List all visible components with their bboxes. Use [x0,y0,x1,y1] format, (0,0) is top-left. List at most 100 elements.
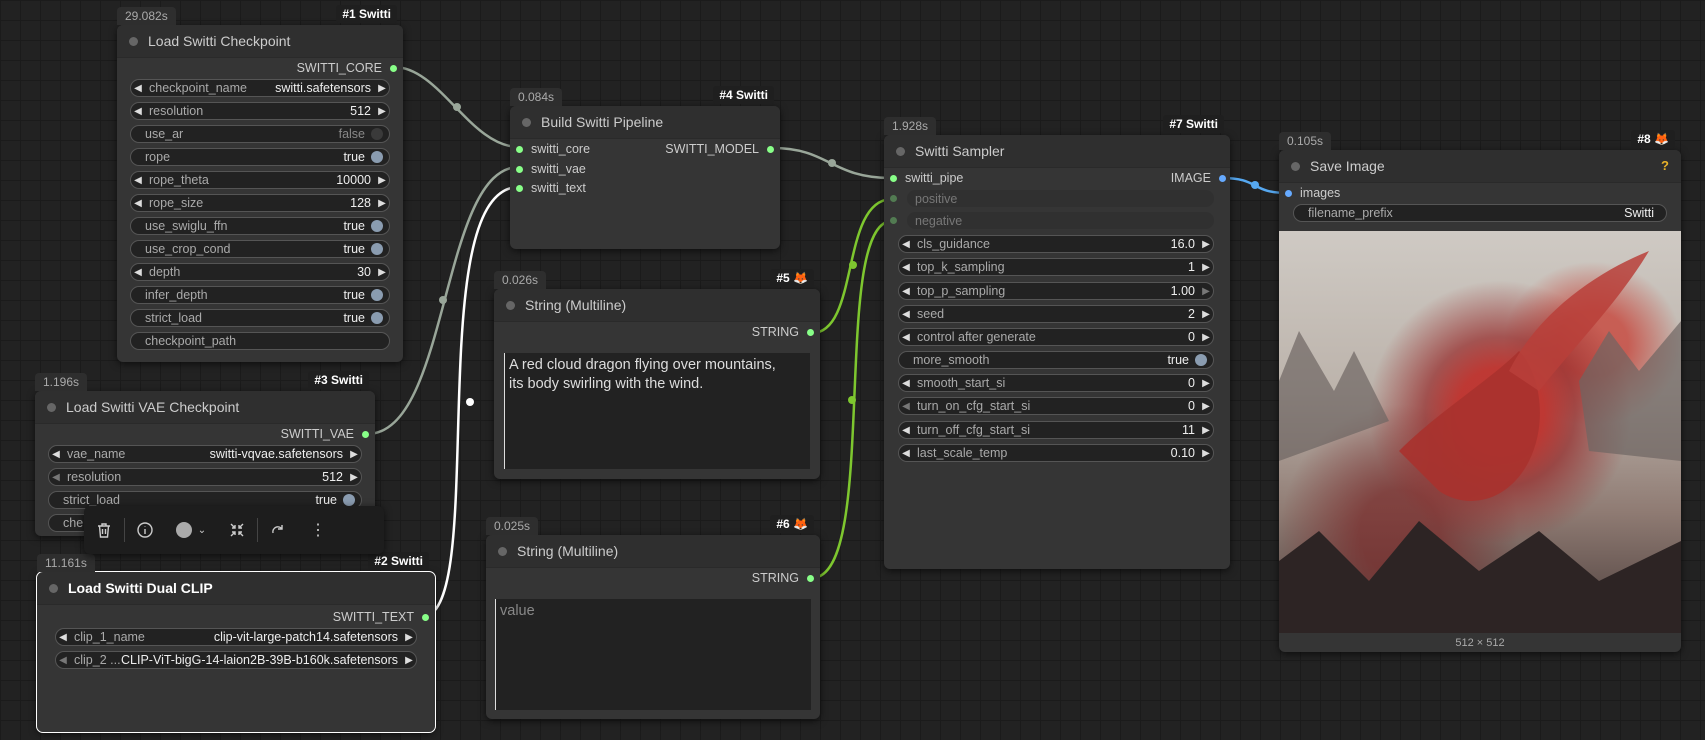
collapse-icon[interactable] [217,510,257,550]
turn-on-cfg-start-si-number[interactable]: ◀ turn_on_cfg_start_si 0 ▶ [898,397,1214,415]
toggle-knob-icon[interactable] [371,289,383,301]
use-crop-cond-toggle[interactable]: use_crop_cond true [130,240,390,258]
arrow-left-icon[interactable]: ◀ [899,425,913,436]
node-string-multiline-negative[interactable]: 0.025s #6 🦊 String (Multiline) STRING va… [486,515,820,719]
seed-number[interactable]: ◀ seed 2 ▶ [898,305,1214,323]
input-slot-switti-vae[interactable]: switti_vae [516,162,586,176]
arrow-right-icon[interactable]: ▶ [375,106,389,117]
output-dot-icon[interactable] [390,64,397,72]
input-dot-icon[interactable] [890,195,897,202]
arrow-left-icon[interactable]: ◀ [131,267,145,278]
infer-depth-toggle[interactable]: infer_depth true [130,286,390,304]
toggle-knob-icon[interactable] [371,151,383,163]
output-dot-icon[interactable] [807,574,814,582]
arrow-right-icon[interactable]: ▶ [347,472,361,483]
node-title-bar[interactable]: Load Switti Checkpoint [117,25,403,58]
node-save-image[interactable]: 0.105s #8 🦊 Save Image ? images filename… [1279,130,1681,652]
input-slot-positive[interactable]: positive [890,190,1214,207]
input-dot-icon[interactable] [890,174,897,182]
output-slot-string[interactable]: STRING [752,571,814,585]
arrow-left-icon[interactable]: ◀ [899,448,913,459]
input-slot-switti-text[interactable]: switti_text [516,181,586,195]
redo-icon[interactable] [258,510,298,550]
arrow-left-icon[interactable]: ◀ [49,449,63,460]
input-dot-icon[interactable] [516,145,523,153]
arrow-right-icon[interactable]: ▶ [1199,239,1213,250]
arrow-left-icon[interactable]: ◀ [131,198,145,209]
collapse-dot-icon[interactable] [129,36,138,46]
arrow-left-icon[interactable]: ◀ [131,106,145,117]
toggle-knob-icon[interactable] [371,220,383,232]
depth-number[interactable]: ◀ depth 30 ▶ [130,263,390,281]
node-load-switti-dual-clip[interactable]: 11.161s #2 Switti Load Switti Dual CLIP … [36,552,436,733]
input-slot-switti-pipe[interactable]: switti_pipe [890,171,963,185]
collapse-dot-icon[interactable] [49,583,58,593]
more-smooth-toggle[interactable]: more_smooth true [898,351,1214,369]
arrow-right-icon[interactable]: ▶ [1199,448,1213,459]
arrow-left-icon[interactable]: ◀ [899,332,913,343]
output-slot-switti-model[interactable]: SWITTI_MODEL [665,142,774,156]
node-title-bar[interactable]: Load Switti VAE Checkpoint [35,391,375,424]
help-icon[interactable]: ? [1661,158,1669,173]
collapse-dot-icon[interactable] [1291,161,1300,171]
rope-toggle[interactable]: rope true [130,148,390,166]
node-load-switti-checkpoint[interactable]: 29.082s #1 Switti Load Switti Checkpoint… [117,5,403,362]
arrow-left-icon[interactable]: ◀ [131,175,145,186]
input-slot-negative[interactable]: negative [890,212,1214,229]
turn-off-cfg-start-si-number[interactable]: ◀ turn_off_cfg_start_si 11 ▶ [898,421,1214,439]
clip-1-name-combo[interactable]: ◀ clip_1_name clip-vit-large-patch14.saf… [55,628,417,646]
more-vertical-icon[interactable]: ⋮ [298,510,338,550]
color-dot-icon[interactable]: ⌄ [165,510,217,550]
toggle-knob-icon[interactable] [371,128,383,140]
top-k-sampling-number[interactable]: ◀ top_k_sampling 1 ▶ [898,258,1214,276]
arrow-right-icon[interactable]: ▶ [1199,401,1213,412]
node-switti-sampler[interactable]: 1.928s #7 Switti Switti Sampler switti_p… [884,115,1230,569]
collapse-dot-icon[interactable] [522,117,531,127]
toggle-knob-icon[interactable] [371,243,383,255]
output-slot-string[interactable]: STRING [752,325,814,339]
node-title-bar[interactable]: Load Switti Dual CLIP [37,572,435,605]
node-build-switti-pipeline[interactable]: 0.084s #4 Switti Build Switti Pipeline s… [510,86,780,249]
arrow-left-icon[interactable]: ◀ [899,286,913,297]
output-dot-icon[interactable] [1219,174,1226,182]
node-string-multiline-positive[interactable]: 0.026s #5 🦊 String (Multiline) STRING A … [494,269,820,479]
rope-theta-number[interactable]: ◀ rope_theta 10000 ▶ [130,171,390,189]
output-slot-switti-core[interactable]: SWITTI_CORE [297,61,397,75]
arrow-right-icon[interactable]: ▶ [1199,262,1213,273]
node-title-bar[interactable]: String (Multiline) [486,535,820,568]
arrow-left-icon[interactable]: ◀ [56,632,70,643]
top-p-sampling-number[interactable]: ◀ top_p_sampling 1.00 ▶ [898,282,1214,300]
node-title-bar[interactable]: Switti Sampler [884,135,1230,168]
use-ar-toggle[interactable]: use_ar false [130,125,390,143]
toggle-knob-icon[interactable] [1195,354,1207,366]
collapse-dot-icon[interactable] [47,402,56,412]
use-swiglu-ffn-toggle[interactable]: use_swiglu_ffn true [130,217,390,235]
checkpoint-name-combo[interactable]: ◀ checkpoint_name switti.safetensors ▶ [130,79,390,97]
prompt-textarea[interactable]: value [495,599,811,710]
output-dot-icon[interactable] [807,328,814,336]
checkpoint-path-input[interactable]: checkpoint_path [130,332,390,350]
output-dot-icon[interactable] [422,613,429,621]
resolution-number[interactable]: ◀ resolution 512 ▶ [130,102,390,120]
last-scale-temp-number[interactable]: ◀ last_scale_temp 0.10 ▶ [898,444,1214,462]
output-slot-switti-text[interactable]: SWITTI_TEXT [333,610,429,624]
collapse-dot-icon[interactable] [498,546,507,556]
output-image-preview[interactable] [1279,231,1681,633]
control-after-generate-combo[interactable]: ◀ control after generate 0 ▶ [898,328,1214,346]
arrow-left-icon[interactable]: ◀ [899,239,913,250]
arrow-right-icon[interactable]: ▶ [375,83,389,94]
input-slot-images[interactable]: images [1285,186,1340,200]
input-dot-icon[interactable] [1285,189,1292,197]
input-dot-icon[interactable] [890,217,897,224]
arrow-right-icon[interactable]: ▶ [1199,332,1213,343]
arrow-right-icon[interactable]: ▶ [375,198,389,209]
arrow-right-icon[interactable]: ▶ [402,655,416,666]
rope-size-number[interactable]: ◀ rope_size 128 ▶ [130,194,390,212]
input-dot-icon[interactable] [516,165,523,173]
vae-resolution-number[interactable]: ◀ resolution 512 ▶ [48,468,362,486]
info-icon[interactable] [125,510,165,550]
arrow-left-icon[interactable]: ◀ [899,262,913,273]
output-slot-switti-vae[interactable]: SWITTI_VAE [281,427,369,441]
input-slot-switti-core[interactable]: switti_core [516,142,590,156]
arrow-left-icon[interactable]: ◀ [899,401,913,412]
